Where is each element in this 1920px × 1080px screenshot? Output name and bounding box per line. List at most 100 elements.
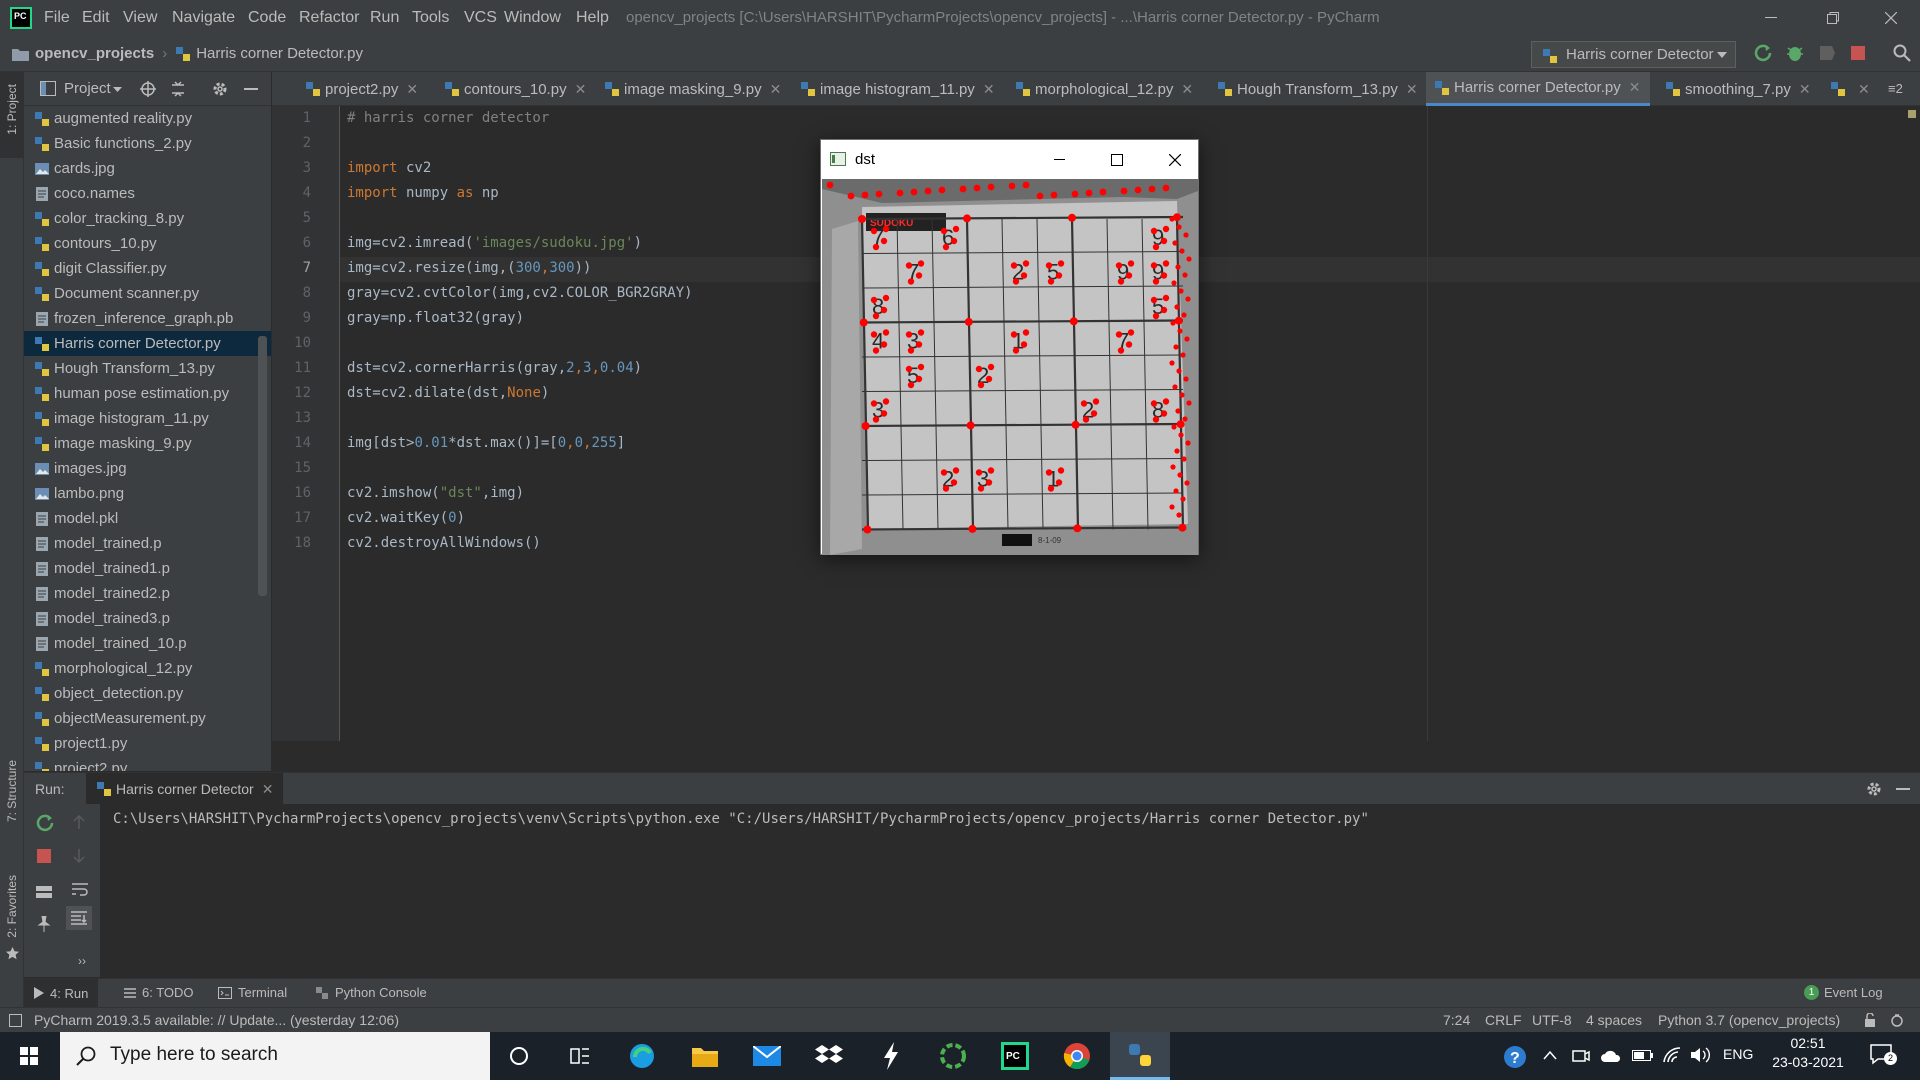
breadcrumb-file[interactable]: Harris corner Detector.py (196, 45, 363, 62)
taskbar-app-ring[interactable] (928, 1032, 978, 1080)
tree-item[interactable]: project1.py (24, 731, 271, 756)
clock[interactable]: 02:51 23-03-2021 (1769, 1035, 1847, 1070)
chevron-up-icon[interactable] (1543, 1050, 1557, 1060)
inspection-status-icon[interactable] (1908, 110, 1916, 118)
windows-start-button[interactable] (4, 1032, 54, 1080)
taskbar-app-bolt[interactable] (866, 1032, 916, 1080)
close-tab-icon[interactable]: ✕ (983, 81, 995, 98)
search-icon[interactable] (1893, 44, 1911, 62)
notification-center-button[interactable]: 2 (1870, 1044, 1897, 1066)
hide-panel-icon[interactable] (244, 88, 258, 90)
tree-item[interactable]: color_tracking_8.py (24, 206, 271, 231)
tab-smoothing[interactable]: smoothing_7.py ✕ (1665, 72, 1811, 106)
close-tab-icon[interactable]: ✕ (262, 781, 274, 798)
dst-minimize-button[interactable] (1039, 140, 1079, 179)
tree-item[interactable]: model_trained3.p (24, 606, 271, 631)
tree-item[interactable]: Document scanner.py (24, 281, 271, 306)
tree-item[interactable]: model_trained1.p (24, 556, 271, 581)
wifi-icon[interactable] (1662, 1046, 1682, 1064)
tree-item[interactable]: image masking_9.py (24, 431, 271, 456)
tree-item[interactable]: lambo.png (24, 481, 271, 506)
close-tab-icon[interactable]: ✕ (770, 81, 782, 98)
arrow-down-icon[interactable] (72, 849, 86, 863)
menu-run[interactable]: Run (370, 9, 399, 27)
menu-code[interactable]: Code (248, 9, 286, 27)
dst-image-window[interactable]: dst SUDOKU 8-1-09 7697259985431752328231 (820, 139, 1199, 555)
tab-overflow-button[interactable]: ≡2 (1888, 81, 1903, 96)
tree-item[interactable]: model_trained2.p (24, 581, 271, 606)
tree-item[interactable]: model_trained_10.p (24, 631, 271, 656)
stop-icon[interactable] (37, 849, 51, 863)
close-tab-icon[interactable]: ✕ (1629, 79, 1641, 96)
menu-refactor[interactable]: Refactor (299, 9, 359, 27)
indent-setting[interactable]: 4 spaces (1586, 1012, 1642, 1028)
caret-position[interactable]: 7:24 (1443, 1012, 1470, 1028)
project-tree-scrollbar[interactable] (258, 336, 267, 596)
close-tab-icon[interactable]: ✕ (575, 81, 587, 98)
tree-item[interactable]: model.pkl (24, 506, 271, 531)
locate-icon[interactable] (140, 81, 156, 97)
pin-icon[interactable] (37, 916, 51, 932)
rerun-icon[interactable] (36, 814, 54, 832)
volume-icon[interactable] (1690, 1046, 1712, 1064)
dst-window-titlebar[interactable]: dst (821, 140, 1198, 179)
run-configuration-dropdown[interactable]: Harris corner Detector (1531, 41, 1736, 68)
scroll-to-end-button[interactable] (66, 906, 92, 930)
soft-wrap-icon[interactable] (72, 882, 88, 896)
tool-tab-terminal[interactable]: Terminal (218, 985, 287, 1000)
menu-window[interactable]: Window (504, 9, 561, 27)
battery-icon[interactable] (1632, 1048, 1654, 1062)
tree-item-selected[interactable]: Harris corner Detector.py (24, 331, 271, 356)
dst-close-button[interactable] (1155, 140, 1195, 179)
meet-now-icon[interactable] (1572, 1047, 1590, 1063)
close-tab-icon[interactable]: ✕ (1799, 81, 1811, 98)
tree-item[interactable]: project2.py (24, 756, 271, 771)
taskbar-pycharm[interactable]: PC (990, 1032, 1040, 1080)
task-view-button[interactable] (555, 1032, 605, 1080)
tab-truncated[interactable]: ✕ (1830, 72, 1870, 106)
taskbar-search-box[interactable]: Type here to search (60, 1032, 490, 1080)
tree-item[interactable]: digit Classifier.py (24, 256, 271, 281)
tree-item[interactable]: images.jpg (24, 456, 271, 481)
tree-item[interactable]: object_detection.py (24, 681, 271, 706)
menu-edit[interactable]: Edit (82, 9, 110, 27)
taskbar-mail[interactable] (742, 1032, 792, 1080)
close-tab-icon[interactable]: ✕ (406, 81, 418, 98)
tab-image-masking[interactable]: image masking_9.py ✕ (604, 72, 781, 106)
run-console[interactable]: C:\Users\HARSHIT\PycharmProjects\opencv_… (100, 804, 1920, 977)
onedrive-icon[interactable] (1600, 1049, 1622, 1063)
tree-item[interactable]: augmented reality.py (24, 106, 271, 131)
minimize-button[interactable] (1748, 0, 1794, 36)
tab-contours[interactable]: contours_10.py ✕ (444, 72, 586, 106)
tree-item[interactable]: morphological_12.py (24, 656, 271, 681)
run-tab[interactable]: Harris corner Detector ✕ (86, 773, 284, 805)
close-tab-icon[interactable]: ✕ (1181, 81, 1193, 98)
tab-harris-corner-detector[interactable]: Harris corner Detector.py ✕ (1426, 72, 1651, 106)
tab-image-histogram[interactable]: image histogram_11.py ✕ (800, 72, 995, 106)
coverage-icon[interactable] (1818, 44, 1836, 62)
rerun-icon[interactable] (1754, 44, 1772, 62)
taskbar-edge[interactable] (617, 1032, 667, 1080)
restore-button[interactable] (1810, 0, 1856, 36)
tree-item[interactable]: Basic functions_2.py (24, 131, 271, 156)
tree-item[interactable]: coco.names (24, 181, 271, 206)
taskbar-python-active[interactable] (1110, 1032, 1170, 1080)
menu-help[interactable]: Help (576, 9, 609, 27)
dst-maximize-button[interactable] (1097, 140, 1137, 179)
tree-item[interactable]: model_trained.p (24, 531, 271, 556)
menu-vcs[interactable]: VCS (464, 9, 497, 27)
tree-item[interactable]: contours_10.py (24, 231, 271, 256)
tree-item[interactable]: human pose estimation.py (24, 381, 271, 406)
tree-item[interactable]: Hough Transform_13.py (24, 356, 271, 381)
gear-icon[interactable] (212, 81, 228, 97)
layout-icon[interactable] (36, 886, 52, 898)
tool-tab-python-console[interactable]: Python Console (315, 985, 427, 1000)
menu-navigate[interactable]: Navigate (172, 9, 235, 27)
line-separator[interactable]: CRLF (1485, 1012, 1522, 1028)
close-tab-icon[interactable]: ✕ (1406, 81, 1418, 98)
close-tab-icon[interactable]: ✕ (1858, 81, 1870, 98)
event-log-button[interactable]: 1 Event Log (1804, 985, 1883, 1000)
lock-icon[interactable] (1864, 1013, 1876, 1027)
arrow-up-icon[interactable] (72, 815, 86, 829)
inspector-icon[interactable] (1890, 1013, 1904, 1027)
